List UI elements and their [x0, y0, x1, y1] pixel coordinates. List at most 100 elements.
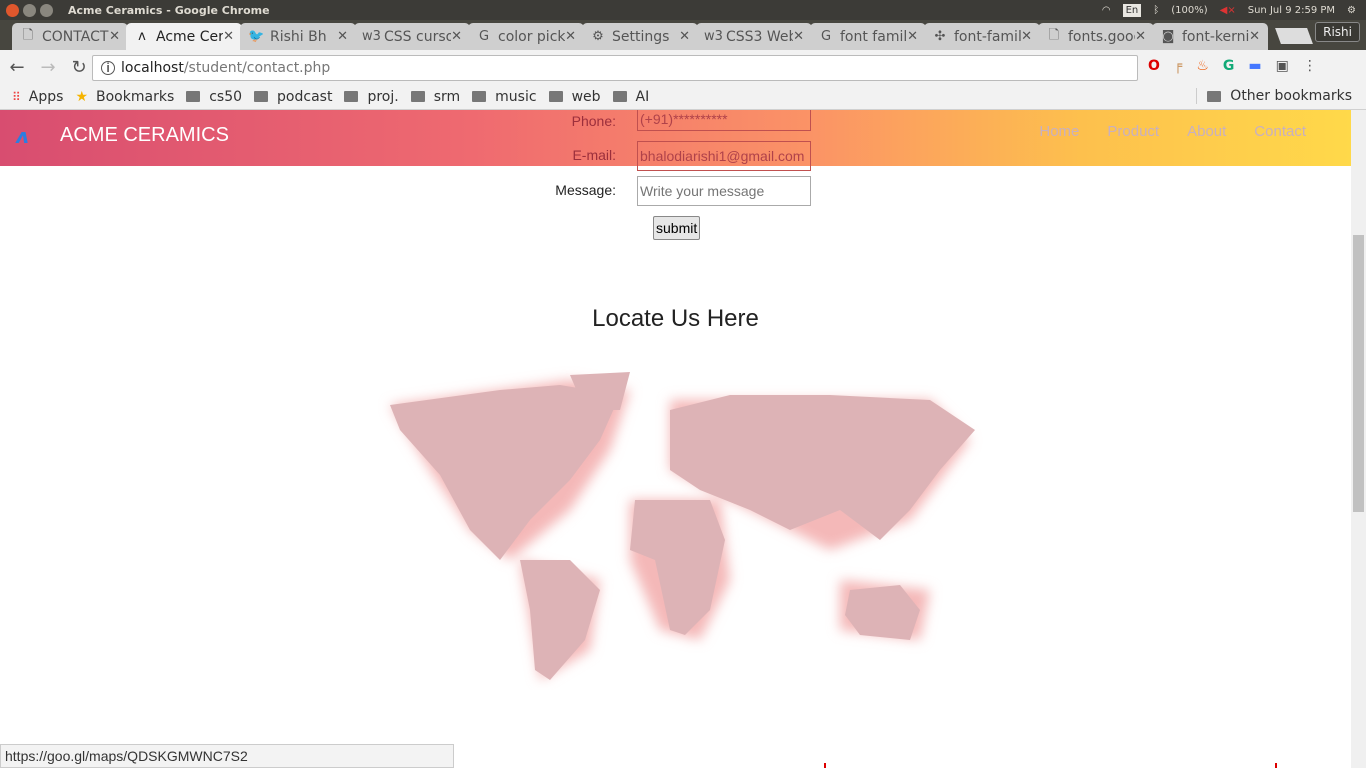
site-brand[interactable]: ACME CERAMICS [60, 124, 229, 147]
bookmark-podcast[interactable]: podcast [254, 89, 332, 105]
phone-label: Phone: [571, 113, 616, 129]
address-bar[interactable]: i localhost/student/contact.php [92, 55, 1138, 81]
url-host: localhost [121, 60, 184, 76]
tab-2[interactable]: 🐦 Rishi Bh ✕ [240, 23, 356, 50]
nav-contact[interactable]: Contact [1254, 123, 1306, 140]
tab-8[interactable]: ✣ font-family✕ [924, 23, 1040, 50]
phone-input[interactable] [637, 110, 811, 131]
window-maximize-button[interactable] [40, 3, 53, 17]
profile-button[interactable]: Rishi [1315, 22, 1360, 42]
bookmark-music[interactable]: music [472, 88, 537, 105]
page-scrollbar[interactable] [1351, 110, 1366, 768]
tab-label: font-family [954, 28, 1022, 45]
bookmark-cs50[interactable]: cs50 [186, 89, 242, 105]
bookmark-srm[interactable]: srm [410, 88, 461, 105]
close-tab-icon[interactable]: ✕ [1249, 29, 1260, 44]
acme-icon: ʌ [138, 29, 146, 44]
other-bookmarks[interactable]: Other bookmarks [1196, 88, 1352, 104]
tab-label: font family [840, 28, 908, 45]
star-icon: ★ [75, 88, 89, 105]
window-close-button[interactable] [6, 3, 19, 17]
close-tab-icon[interactable]: ✕ [109, 29, 120, 44]
close-tab-icon[interactable]: ✕ [223, 29, 234, 44]
nav-about[interactable]: About [1187, 123, 1226, 140]
bookmark-label: podcast [277, 88, 333, 105]
tab-6[interactable]: w3 CSS3 Web ✕ [696, 23, 812, 50]
tab-1[interactable]: ʌ Acme Ceramics✕ [126, 23, 242, 50]
bookmark-apps[interactable]: ⠿ Apps [12, 89, 63, 105]
close-tab-icon[interactable]: ✕ [679, 29, 690, 44]
bluetooth-icon[interactable]: ᛒ [1153, 5, 1159, 16]
south-america [520, 560, 600, 680]
tab-strip: 🗋CONTACT✕ʌAcme Ceramics✕🐦Rishi Bh✕w3CSS … [0, 20, 1366, 50]
signpost-icon[interactable]: ╒ [1174, 58, 1182, 74]
back-button[interactable]: ← [3, 57, 31, 78]
locate-heading: Locate Us Here [592, 305, 759, 332]
bookmark-label: web [571, 88, 601, 105]
message-label: Message: [555, 182, 616, 198]
muted-volume-icon[interactable]: ◀× [1220, 5, 1236, 16]
bookmark-label: proj. [367, 88, 399, 105]
tab-label: CSS3 Web [726, 28, 794, 45]
bookmark-label: srm [433, 88, 461, 105]
bulb-icon[interactable]: ▣ [1276, 58, 1289, 74]
tab-0[interactable]: 🗋 CONTACT ✕ [12, 23, 128, 50]
nav-home[interactable]: Home [1039, 123, 1079, 140]
tab-label: color picker [498, 28, 566, 45]
window-minimize-button[interactable] [23, 3, 36, 17]
tab-3[interactable]: w3CSS cursor✕ [354, 23, 470, 50]
bookmark-label: music [495, 88, 537, 105]
acme-logo-icon[interactable]: ʌ [16, 124, 29, 148]
clock[interactable]: Sun Jul 9 2:59 PM [1248, 5, 1335, 16]
new-tab-button[interactable] [1275, 28, 1313, 44]
close-tab-icon[interactable]: ✕ [1135, 29, 1146, 44]
bookmark-web[interactable]: web [548, 88, 601, 105]
tab-label: Rishi Bh [270, 28, 327, 45]
site-nav: Home Product About Contact [1039, 123, 1306, 140]
wifi-icon[interactable]: ◠ [1102, 5, 1111, 16]
fire-icon[interactable]: ♨ [1196, 58, 1209, 74]
menu-icon[interactable]: ⋮ [1303, 58, 1317, 74]
close-tab-icon[interactable]: ✕ [451, 29, 462, 44]
w3schools-icon: w3 [704, 29, 723, 44]
bookmark-proj[interactable]: proj. [344, 88, 399, 105]
battery-status[interactable]: (100%) [1171, 5, 1207, 16]
close-tab-icon[interactable]: ✕ [337, 29, 348, 44]
tab-9[interactable]: 🗋 fonts.google✕ [1038, 23, 1154, 50]
bookmark-bookmarks[interactable]: ★ Bookmarks [75, 89, 174, 105]
google-icon: G [478, 29, 490, 44]
submit-button[interactable]: submit [653, 216, 701, 240]
keyboard-language[interactable]: En [1122, 3, 1142, 17]
close-tab-icon[interactable]: ✕ [907, 29, 918, 44]
close-tab-icon[interactable]: ✕ [565, 29, 576, 44]
chat-icon[interactable]: ▬ [1248, 58, 1261, 74]
opera-icon[interactable]: O [1148, 58, 1160, 74]
tab-7[interactable]: Gfont family✕ [810, 23, 926, 50]
tab-label: fonts.google [1068, 28, 1135, 45]
tab-5[interactable]: ⚙ Settings ✕ [582, 23, 698, 50]
info-icon[interactable]: i [101, 61, 115, 75]
gear-icon: ⚙ [592, 29, 604, 44]
folder-icon [254, 91, 269, 102]
close-tab-icon[interactable]: ✕ [1021, 29, 1032, 44]
nav-product[interactable]: Product [1107, 123, 1159, 140]
folder-icon [548, 91, 563, 102]
tab-10[interactable]: ◙ font-kerning✕ [1152, 23, 1268, 50]
tab-4[interactable]: Gcolor picker✕ [468, 23, 584, 50]
message-input[interactable] [637, 176, 811, 206]
bookmark-ai[interactable]: AI [612, 89, 649, 105]
apps-grid-icon: ⠿ [12, 89, 21, 104]
reload-button[interactable]: ↻ [65, 57, 93, 78]
marker [824, 763, 826, 768]
folder-icon [1207, 90, 1222, 102]
forward-button[interactable]: → [34, 57, 62, 78]
close-tab-icon[interactable]: ✕ [793, 29, 804, 44]
folder-icon [410, 91, 425, 102]
email-input[interactable] [637, 141, 811, 171]
grammarly-icon[interactable]: G [1223, 58, 1235, 74]
email-label: E-mail: [572, 147, 616, 163]
tab-label: font-kerning [1182, 28, 1250, 45]
world-map[interactable] [370, 360, 990, 690]
scrollbar-thumb[interactable] [1353, 235, 1364, 512]
power-gear-icon[interactable]: ⚙ [1347, 5, 1356, 16]
